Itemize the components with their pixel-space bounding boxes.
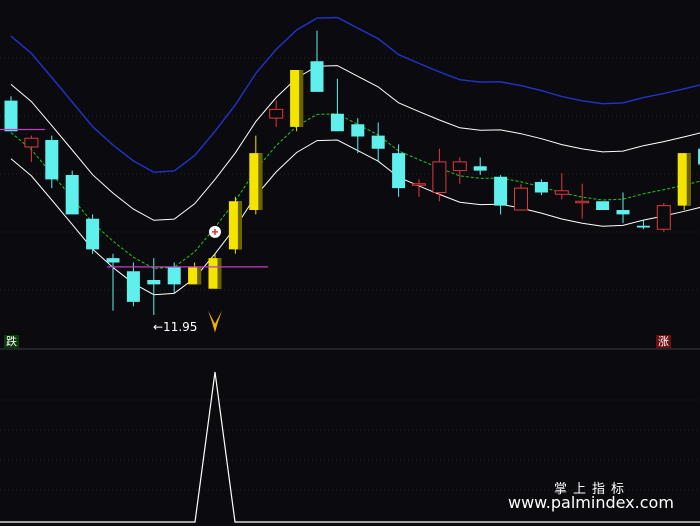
candle-shade (237, 201, 242, 250)
candle-body (473, 166, 487, 171)
candle-body (412, 183, 426, 186)
candle (106, 253, 120, 311)
candle (636, 220, 650, 230)
candle-shade (686, 153, 691, 206)
candle (65, 170, 79, 215)
candle (371, 122, 385, 162)
fall-tag: 跌 (4, 335, 19, 348)
candle-body (432, 161, 447, 193)
candle-body (45, 140, 59, 180)
candle (228, 196, 242, 254)
candle (392, 144, 406, 197)
candle (45, 135, 59, 189)
lower-band-line (10, 139, 700, 296)
candle (249, 135, 263, 215)
low-price-marker: ←11.95 (153, 320, 198, 334)
candle (596, 201, 610, 210)
candle-body (575, 200, 590, 204)
candle (188, 262, 202, 285)
candle-body (24, 137, 39, 148)
candle (514, 183, 528, 211)
candle-shade (197, 266, 202, 285)
candle (86, 214, 100, 254)
candle (677, 153, 691, 210)
candle (494, 175, 508, 215)
candle-body (616, 210, 630, 215)
candle-body (494, 176, 508, 206)
rise-tag: 涨 (656, 335, 671, 348)
candle-body (554, 190, 569, 195)
candle-body (596, 201, 610, 210)
candle-body (392, 153, 406, 189)
candle (473, 157, 487, 175)
candle (126, 262, 140, 307)
candle (656, 203, 671, 232)
candle (554, 173, 569, 200)
candle-body (371, 135, 385, 149)
candle-body (656, 205, 671, 230)
candle (534, 179, 548, 196)
stock-chart (0, 16, 700, 523)
watermark-url: www.palmindex.com (508, 493, 674, 512)
support-band-line (10, 113, 700, 269)
candle (575, 183, 590, 219)
candle-body (452, 161, 467, 172)
candle (330, 78, 344, 132)
candle-body (351, 124, 365, 137)
candle-body (514, 187, 528, 211)
candle-body (330, 113, 344, 132)
candle-body (106, 258, 120, 263)
candle-body (310, 61, 324, 92)
candle-shade (217, 258, 222, 289)
candle-body (269, 108, 284, 119)
candle-body (4, 100, 18, 132)
candle-body (65, 175, 79, 215)
candle-body (534, 182, 548, 193)
candle-shade (299, 70, 304, 127)
candle (4, 96, 18, 132)
candle-body (167, 266, 181, 285)
candle (208, 253, 222, 289)
candle-body (126, 271, 140, 302)
candle-body (86, 218, 100, 250)
candle-body (636, 225, 650, 228)
buy-signal-icon (208, 310, 222, 333)
candle (310, 30, 324, 92)
candle (269, 100, 284, 127)
candle (616, 192, 630, 224)
candle-body (147, 280, 161, 285)
candle (24, 135, 39, 162)
candle (432, 148, 447, 202)
band-lines (0, 16, 700, 350)
candle (290, 70, 304, 132)
candle (452, 157, 467, 184)
candle-shade (258, 153, 263, 210)
middle-band-line (10, 65, 700, 221)
